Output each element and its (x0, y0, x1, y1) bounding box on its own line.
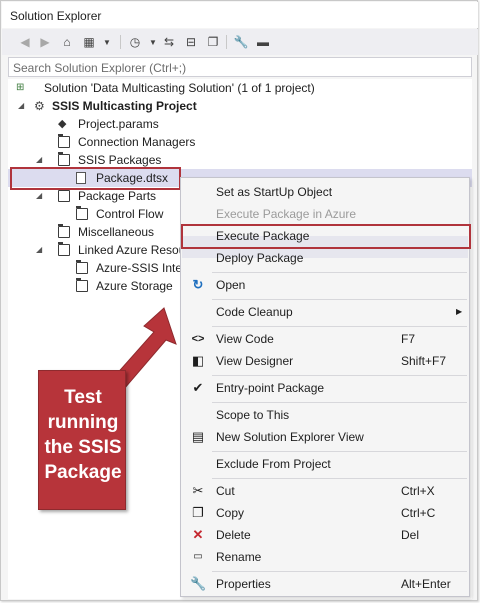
delete-icon: ✕ (192, 527, 204, 542)
menu-item-properties[interactable]: 🔧 Properties Alt+Enter (181, 573, 469, 595)
menu-item-delete[interactable]: ✕ Delete Del (181, 524, 469, 546)
pending-changes-icon[interactable]: ◷ (126, 33, 144, 51)
dropdown-icon[interactable]: ▼ (98, 33, 116, 51)
menu-separator (212, 272, 467, 273)
collapse-all-icon[interactable]: ⊟ (182, 33, 200, 51)
menu-item-rename[interactable]: ▭ Rename (181, 546, 469, 568)
package-highlight-box (10, 167, 181, 190)
menu-item-open[interactable]: ↻ Open (181, 274, 469, 296)
sync-icon[interactable]: ⇆ (160, 33, 178, 51)
menu-separator (212, 451, 467, 452)
menu-item-deploy-package[interactable]: Deploy Package (181, 247, 469, 269)
menu-item-scope-to-this[interactable]: Scope to This (181, 404, 469, 426)
menu-item-execute-in-azure[interactable]: Execute Package in Azure (181, 203, 469, 225)
wrench-icon: 🔧 (190, 576, 207, 591)
search-placeholder: Search Solution Explorer (Ctrl+;) (13, 61, 187, 75)
menu-separator (212, 571, 467, 572)
menu-item-copy[interactable]: ❐ Copy Ctrl+C (181, 502, 469, 524)
menu-separator (212, 402, 467, 403)
folder-icon (76, 206, 88, 220)
menu-item-view-designer[interactable]: ◧ View Designer Shift+F7 (181, 350, 469, 372)
toolbar-separator (120, 35, 121, 49)
switch-views-icon[interactable]: ▦ (80, 33, 98, 51)
project-icon: ⚙ (34, 99, 45, 113)
folder-icon (76, 278, 88, 292)
back-icon[interactable]: ◀ (16, 33, 34, 51)
menu-item-code-cleanup[interactable]: Code Cleanup ▶ (181, 301, 469, 323)
menu-separator (212, 375, 467, 376)
window-title: Solution Explorer (10, 9, 102, 23)
open-icon: ↻ (192, 277, 204, 292)
rename-icon: ▭ (193, 551, 203, 562)
folder-icon (58, 224, 70, 238)
params-icon: ◆ (58, 118, 67, 130)
solution-icon: ⊞ (16, 82, 25, 93)
show-all-files-icon[interactable]: ❐ (204, 33, 222, 51)
copy-icon: ❐ (192, 505, 204, 520)
menu-item-cut[interactable]: ✂ Cut Ctrl+X (181, 480, 469, 502)
expand-arrow-icon[interactable]: ◢ (18, 97, 24, 115)
menu-separator (212, 299, 467, 300)
expand-arrow-icon[interactable]: ◢ (36, 241, 42, 259)
home-icon[interactable]: ⌂ (58, 33, 76, 51)
menu-item-view-code[interactable]: <> View Code F7 (181, 328, 469, 350)
callout-text: Test running the SSIS Package (44, 387, 122, 483)
callout-box: Test running the SSIS Package (38, 370, 126, 510)
toolbar-separator (226, 35, 227, 49)
folder-icon (58, 242, 70, 256)
properties-icon[interactable]: 🔧 (232, 33, 250, 51)
folder-icon (58, 152, 70, 166)
menu-item-exclude[interactable]: Exclude From Project (181, 453, 469, 475)
folder-icon (58, 134, 70, 148)
menu-item-set-startup[interactable]: Set as StartUp Object (181, 181, 469, 203)
title-bar: Solution Explorer (2, 2, 478, 28)
view-code-icon: <> (191, 333, 205, 345)
menu-item-new-view[interactable]: ▤ New Solution Explorer View (181, 426, 469, 448)
scissors-icon: ✂ (192, 483, 204, 498)
execute-package-highlight-box (181, 224, 471, 249)
forward-icon[interactable]: ▶ (36, 33, 54, 51)
view-designer-icon: ◧ (191, 353, 205, 368)
menu-separator (212, 326, 467, 327)
folder-icon (58, 188, 70, 202)
folder-icon (76, 260, 88, 274)
search-input[interactable]: Search Solution Explorer (Ctrl+;) (8, 57, 472, 77)
submenu-arrow-icon: ▶ (456, 307, 463, 316)
checkmark-icon: ✔ (192, 380, 204, 395)
menu-item-entry-point[interactable]: ✔ Entry-point Package (181, 377, 469, 399)
preview-icon[interactable]: ▬ (254, 33, 272, 51)
new-view-icon: ▤ (191, 429, 205, 444)
toolbar: ◀ ▶ ⌂ ▦ ▼ ◷ ▼ ⇆ ⊟ ❐ 🔧 ▬ (2, 29, 478, 55)
menu-separator (212, 478, 467, 479)
